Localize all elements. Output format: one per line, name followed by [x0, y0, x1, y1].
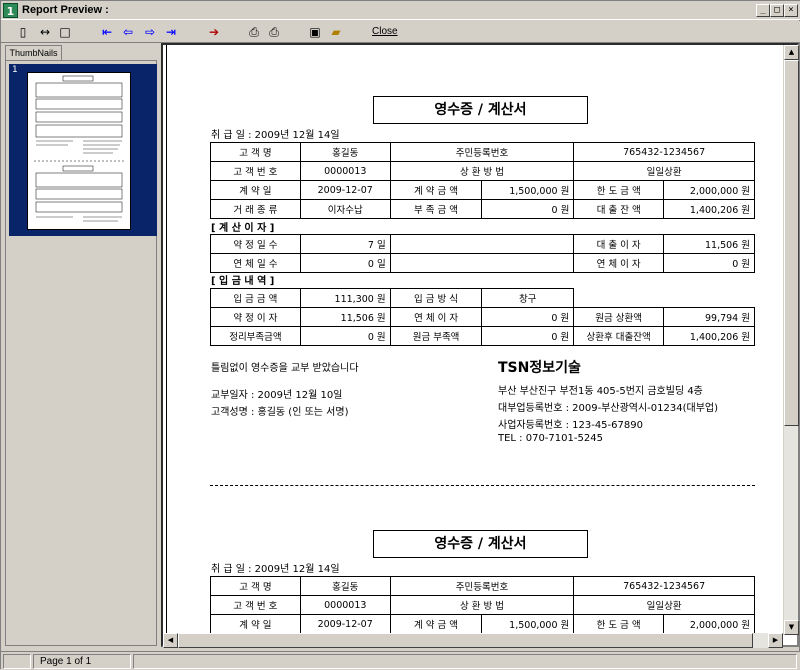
scroll-right-icon[interactable]: ▶ [768, 633, 783, 648]
print-icon[interactable]: ⎙ [266, 24, 282, 40]
close-window-button[interactable]: × [784, 4, 798, 17]
horizontal-scrollbar[interactable]: ◀ ▶ [163, 633, 783, 648]
report-preview-window: 1 Report Preview : _ □ × ▯ ↔ □ ⇤ ⇦ ⇨ ⇥ ➔… [0, 0, 800, 670]
report-page [166, 45, 786, 635]
printer-setup-icon[interactable]: ⎙ [246, 24, 262, 40]
close-button[interactable]: Close [372, 26, 398, 37]
thumbnail-miniature [34, 75, 124, 222]
maximize-button[interactable]: □ [770, 4, 784, 17]
single-page-view-icon[interactable]: ▯ [15, 24, 31, 40]
toolbar: ▯ ↔ □ ⇤ ⇦ ⇨ ⇥ ➔ ⎙ ⎙ ▣ ▰ Close [1, 21, 800, 43]
report-preview-area[interactable] [161, 43, 799, 647]
thumbnail-selected[interactable]: 1 [9, 64, 157, 236]
minimize-button[interactable]: _ [756, 4, 770, 17]
thumbnail-panel: 1 [5, 60, 157, 646]
tab-thumbnails[interactable]: ThumbNails [5, 45, 62, 60]
thumbnail-page-number: 1 [12, 65, 18, 75]
scroll-left-icon[interactable]: ◀ [163, 633, 178, 648]
title-bar: 1 Report Preview : _ □ × [1, 1, 800, 20]
thumbnail-page-image[interactable] [27, 72, 131, 230]
goto-page-icon[interactable]: ➔ [206, 24, 222, 40]
window-title: Report Preview : [22, 4, 109, 16]
open-icon[interactable]: ▰ [328, 24, 344, 40]
horizontal-scroll-thumb[interactable] [178, 633, 753, 648]
next-page-icon[interactable]: ⇨ [142, 24, 158, 40]
status-bar: Page 1 of 1 [1, 651, 800, 670]
last-page-icon[interactable]: ⇥ [163, 24, 179, 40]
first-page-icon[interactable]: ⇤ [99, 24, 115, 40]
fit-width-icon[interactable]: ↔ [37, 24, 53, 40]
previous-page-icon[interactable]: ⇦ [120, 24, 136, 40]
full-page-view-icon[interactable]: □ [57, 24, 73, 40]
vertical-scrollbar[interactable]: ▲ ▼ [783, 45, 799, 635]
vertical-scroll-thumb[interactable] [784, 60, 799, 426]
app-icon: 1 [3, 3, 18, 18]
scroll-down-icon[interactable]: ▼ [784, 620, 799, 635]
save-icon[interactable]: ▣ [307, 24, 323, 40]
status-cell-empty [3, 654, 31, 669]
page-indicator: Page 1 of 1 [33, 654, 131, 669]
scroll-up-icon[interactable]: ▲ [784, 45, 799, 60]
status-cell-message [133, 654, 797, 669]
